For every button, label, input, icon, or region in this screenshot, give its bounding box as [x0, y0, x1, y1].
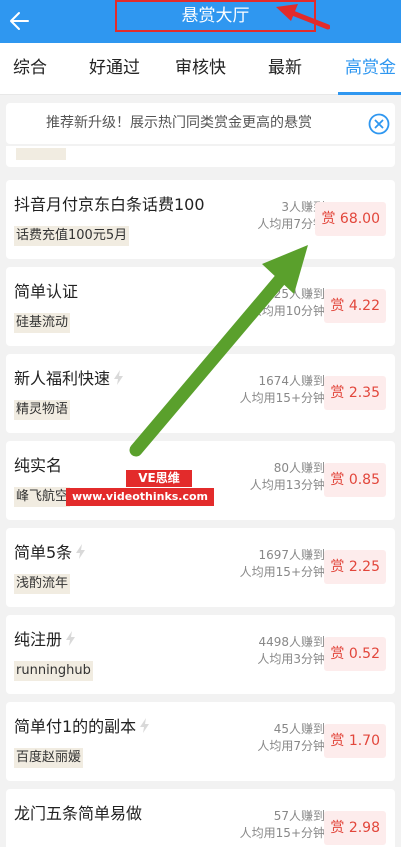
avg-time: 人均用7分钟 — [257, 739, 325, 753]
watermark-url: www.videothinks.com — [66, 488, 214, 506]
task-card[interactable]: 简单5条 浅酌流年 1697人赚到 人均用15+分钟 赏 2.25 — [6, 528, 395, 607]
task-tag: 精灵物语 — [14, 400, 71, 420]
task-tag: 峰飞航空 — [14, 487, 71, 507]
earned-count: 1697人赚到 — [258, 548, 325, 562]
partial-task-card — [6, 146, 395, 167]
tab-easy-pass[interactable]: 好通过 — [89, 43, 140, 95]
task-stats: 57人赚到 人均用15+分钟 — [205, 808, 325, 842]
reward-badge: 赏 2.25 — [324, 550, 386, 584]
task-title: 简单认证 — [14, 282, 79, 301]
earned-count: 25人赚到 — [273, 287, 325, 301]
earned-count: 57人赚到 — [273, 809, 325, 823]
active-tab-indicator — [338, 92, 401, 95]
avg-time: 人均用15+分钟 — [239, 826, 325, 840]
task-title: 纯实名 — [14, 456, 63, 475]
task-card[interactable]: 简单付1的的副本 百度赵丽媛 45人赚到 人均用7分钟 赏 1.70 — [6, 702, 395, 781]
earned-count: 4498人赚到 — [258, 635, 325, 649]
task-card[interactable]: 新人福利快速 精灵物语 1674人赚到 人均用15+分钟 赏 2.35 — [6, 354, 395, 433]
reward-badge: 赏 68.00 — [315, 202, 386, 236]
arrow-left-icon[interactable] — [6, 7, 36, 35]
reward-badge: 赏 1.70 — [324, 724, 386, 758]
task-title: 纯注册 — [14, 630, 76, 650]
watermark: VE思维 www.videothinks.com — [66, 470, 214, 506]
lightning-icon — [140, 718, 150, 733]
task-stats: 1674人赚到 人均用15+分钟 — [205, 373, 325, 407]
task-stats: 1697人赚到 人均用15+分钟 — [205, 547, 325, 581]
tab-high-reward[interactable]: 高赏金 — [345, 43, 396, 95]
lightning-icon — [66, 631, 76, 646]
reward-badge: 赏 2.35 — [324, 376, 386, 410]
task-stats: 25人赚到 人均用10分钟 — [205, 286, 325, 320]
lightning-icon — [76, 544, 86, 559]
task-tag: 浅酌流年 — [14, 574, 71, 594]
avg-time: 人均用3分钟 — [257, 652, 325, 666]
earned-count: 45人赚到 — [273, 722, 325, 736]
task-title: 简单5条 — [14, 543, 86, 563]
task-card[interactable]: 纯注册 runninghub 4498人赚到 人均用3分钟 赏 0.52 — [6, 615, 395, 694]
avg-time: 人均用7分钟 — [257, 217, 325, 231]
avg-time: 人均用10分钟 — [249, 304, 325, 318]
avg-time: 人均用15+分钟 — [239, 391, 325, 405]
reward-badge: 赏 0.85 — [324, 463, 386, 497]
avg-time: 人均用13分钟 — [249, 478, 325, 492]
task-stats: 3人赚到 人均用7分钟 — [205, 199, 325, 233]
task-stats: 4498人赚到 人均用3分钟 — [205, 634, 325, 668]
task-tag: 话费充值100元5月 — [14, 226, 130, 246]
tab-newest[interactable]: 最新 — [268, 43, 302, 95]
earned-count: 80人赚到 — [273, 461, 325, 475]
task-stats: 80人赚到 人均用13分钟 — [205, 460, 325, 494]
task-title: 新人福利快速 — [14, 369, 124, 389]
close-circle-icon[interactable] — [368, 113, 390, 135]
app-header: 悬赏大厅 — [0, 0, 401, 43]
tab-bar: 综合 好通过 审核快 最新 高赏金 — [0, 43, 401, 95]
lightning-icon — [114, 370, 124, 385]
earned-count: 3人赚到 — [281, 200, 325, 214]
task-card[interactable]: 简单认证 硅基流动 25人赚到 人均用10分钟 赏 4.22 — [6, 267, 395, 346]
task-tag: runninghub — [14, 661, 93, 681]
watermark-brand: VE思维 — [126, 470, 192, 487]
task-tag: 百度赵丽媛 — [14, 748, 84, 768]
reward-badge: 赏 2.98 — [324, 811, 386, 845]
tab-fast-review[interactable]: 审核快 — [175, 43, 226, 95]
notice-text: 推荐新升级！展示热门同类赏金更高的悬赏 — [46, 115, 312, 131]
reward-badge: 赏 0.52 — [324, 637, 386, 671]
reward-badge: 赏 4.22 — [324, 289, 386, 323]
recommendation-notice: 推荐新升级！展示热门同类赏金更高的悬赏 — [6, 103, 395, 144]
task-stats: 45人赚到 人均用7分钟 — [205, 721, 325, 755]
task-title: 龙门五条简单易做 — [14, 804, 143, 823]
task-title: 抖音月付京东白条话费100 — [14, 195, 205, 214]
tab-overall[interactable]: 综合 — [13, 43, 47, 95]
task-tag: 硅基流动 — [14, 313, 71, 333]
task-title: 简单付1的的副本 — [14, 717, 150, 737]
avg-time: 人均用15+分钟 — [239, 565, 325, 579]
task-card[interactable]: 龙门五条简单易做 57人赚到 人均用15+分钟 赏 2.98 — [6, 789, 395, 847]
partial-tag — [16, 148, 66, 160]
envelope-icon — [78, 471, 96, 485]
annotation-red-arrow — [276, 4, 330, 30]
earned-count: 1674人赚到 — [258, 374, 325, 388]
task-card[interactable]: 抖音月付京东白条话费100 话费充值100元5月 3人赚到 人均用7分钟 赏 6… — [6, 180, 395, 259]
